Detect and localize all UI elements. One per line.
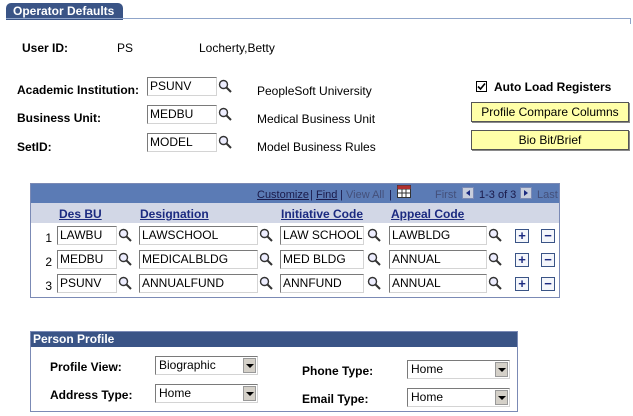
user-id-value: PS: [117, 41, 134, 55]
bio-bit-brief-button[interactable]: Bio Bit/Brief: [471, 130, 629, 150]
setid-label: SetID:: [17, 140, 52, 154]
magnifier-icon[interactable]: [118, 252, 132, 266]
customize-link[interactable]: Customize: [257, 189, 309, 201]
magnifier-icon[interactable]: [118, 276, 132, 290]
appeal-code-input[interactable]: ANNUAL: [389, 250, 487, 269]
magnifier-icon[interactable]: [259, 228, 273, 242]
des-bu-input[interactable]: MEDBU: [57, 250, 117, 269]
magnifier-icon[interactable]: [488, 228, 502, 242]
setid-input[interactable]: MODEL: [147, 133, 217, 152]
chevron-down-icon[interactable]: [243, 386, 256, 401]
email-type-label: Email Type:: [302, 392, 369, 406]
email-type-select[interactable]: Home: [407, 388, 510, 407]
magnifier-icon[interactable]: [367, 276, 381, 290]
row-number: 2: [45, 255, 52, 269]
checkmark-icon: [477, 82, 486, 91]
magnifier-icon[interactable]: [367, 252, 381, 266]
magnifier-icon[interactable]: [488, 276, 502, 290]
auto-load-checkbox[interactable]: [476, 81, 487, 92]
des-bu-input[interactable]: PSUNV: [57, 274, 117, 293]
row-number: 3: [45, 279, 52, 293]
magnifier-icon[interactable]: [218, 135, 232, 149]
designation-input[interactable]: LAWSCHOOL: [139, 226, 258, 245]
last-link[interactable]: Last: [537, 189, 558, 201]
chevron-down-icon[interactable]: [243, 358, 256, 373]
plus-icon[interactable]: +: [515, 253, 529, 267]
setid-desc: Model Business Rules: [257, 140, 376, 154]
column-header-appeal-code[interactable]: Appeal Code: [391, 207, 464, 221]
nav-separator: |: [310, 189, 313, 201]
chevron-down-icon[interactable]: [495, 362, 508, 377]
magnifier-icon[interactable]: [218, 79, 232, 93]
person-profile-title: Person Profile: [31, 332, 517, 347]
academic-institution-desc: PeopleSoft University: [257, 84, 372, 98]
arrow-right-icon[interactable]: [520, 187, 532, 199]
nav-separator: |: [340, 189, 343, 201]
minus-icon[interactable]: −: [541, 229, 555, 243]
academic-institution-input[interactable]: PSUNV: [147, 77, 217, 96]
plus-icon[interactable]: +: [515, 229, 529, 243]
magnifier-icon[interactable]: [118, 228, 132, 242]
profile-compare-columns-button[interactable]: Profile Compare Columns: [471, 102, 629, 122]
column-header-designation[interactable]: Designation: [140, 207, 209, 221]
profile-view-label: Profile View:: [50, 360, 122, 374]
magnifier-icon[interactable]: [259, 252, 273, 266]
view-all-link[interactable]: View All: [346, 189, 384, 201]
address-type-label: Address Type:: [50, 388, 133, 402]
arrow-left-icon[interactable]: [462, 187, 474, 199]
magnifier-icon[interactable]: [367, 228, 381, 242]
designation-input[interactable]: MEDICALBLDG: [139, 250, 258, 269]
address-type-value: Home: [159, 386, 192, 400]
nav-separator: |: [389, 189, 392, 201]
find-link[interactable]: Find: [316, 189, 337, 201]
magnifier-icon[interactable]: [259, 276, 273, 290]
des-bu-input[interactable]: LAWBU: [57, 226, 117, 245]
user-id-label: User ID:: [22, 41, 69, 55]
initiative-code-input[interactable]: MED BLDG: [280, 250, 364, 269]
row-range: 1-3 of 3: [479, 189, 517, 201]
grid-download-icon[interactable]: [397, 185, 411, 198]
address-type-select[interactable]: Home: [155, 384, 258, 403]
initiative-code-input[interactable]: ANNFUND: [280, 274, 364, 293]
plus-icon[interactable]: +: [515, 277, 529, 291]
row-number: 1: [45, 231, 52, 245]
tab-divider-end: [630, 18, 631, 24]
minus-icon[interactable]: −: [541, 277, 555, 291]
column-header-des-bu[interactable]: Des BU: [59, 207, 102, 221]
user-name-value: Locherty,Betty: [199, 41, 275, 55]
academic-institution-label: Academic Institution:: [17, 83, 140, 97]
appeal-code-input[interactable]: ANNUAL: [389, 274, 487, 293]
profile-view-value: Biographic: [159, 358, 216, 372]
first-link[interactable]: First: [435, 189, 456, 201]
magnifier-icon[interactable]: [488, 252, 502, 266]
phone-type-select[interactable]: Home: [407, 360, 510, 379]
profile-view-select[interactable]: Biographic: [155, 356, 258, 375]
email-type-value: Home: [411, 390, 444, 404]
business-unit-label: Business Unit:: [17, 111, 102, 125]
auto-load-label: Auto Load Registers: [494, 80, 612, 94]
column-header-initiative-code[interactable]: Initiative Code: [281, 207, 363, 221]
tab-divider: [6, 18, 631, 19]
magnifier-icon[interactable]: [218, 107, 232, 121]
phone-type-label: Phone Type:: [302, 364, 374, 378]
business-unit-input[interactable]: MEDBU: [147, 105, 217, 124]
chevron-down-icon[interactable]: [495, 390, 508, 405]
phone-type-value: Home: [411, 362, 444, 376]
business-unit-desc: Medical Business Unit: [257, 112, 376, 126]
minus-icon[interactable]: −: [541, 253, 555, 267]
designation-input[interactable]: ANNUALFUND: [139, 274, 258, 293]
appeal-code-input[interactable]: LAWBLDG: [389, 226, 487, 245]
initiative-code-input[interactable]: LAW SCHOOL: [280, 226, 364, 245]
